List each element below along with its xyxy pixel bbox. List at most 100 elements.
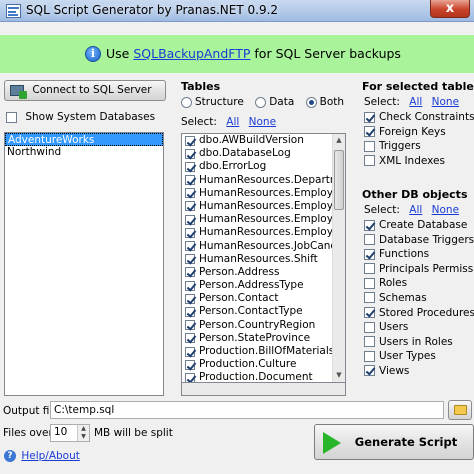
table-item[interactable]: HumanResources.JobCandidate	[182, 240, 333, 253]
table-item-checkbox[interactable]	[185, 267, 195, 278]
other-db-option-checkbox[interactable]	[364, 234, 375, 246]
other-db-option-checkbox[interactable]	[364, 248, 375, 260]
database-item[interactable]: AdventureWorks	[5, 133, 163, 146]
table-item-checkbox[interactable]	[185, 306, 195, 317]
table-item-checkbox[interactable]	[185, 214, 195, 225]
table-item-checkbox[interactable]	[185, 188, 195, 199]
database-item[interactable]: Northwind	[5, 146, 163, 159]
table-item[interactable]: HumanResources.Shift	[182, 253, 333, 266]
other-db-option-checkbox[interactable]	[364, 292, 375, 304]
tables-list[interactable]: dbo.AWBuildVersion dbo.DatabaseLog dbo.Err…	[181, 133, 346, 383]
for-selected-option-checkbox[interactable]	[364, 111, 375, 123]
table-item[interactable]: HumanResources.Department	[182, 174, 333, 187]
for-selected-select-none-link[interactable]: None	[432, 96, 459, 108]
banner-link-sqlbackupandftp[interactable]: SQLBackupAndFTP	[133, 46, 250, 61]
table-item-checkbox[interactable]	[185, 320, 195, 331]
table-item[interactable]: Production.Document	[182, 371, 333, 382]
table-item-checkbox[interactable]	[185, 175, 195, 186]
table-item-checkbox[interactable]	[185, 135, 195, 146]
radio-data-button[interactable]	[255, 96, 267, 108]
tables-vertical-scrollbar[interactable]: ▲ ▼	[332, 134, 345, 382]
other-db-option-checkbox[interactable]	[364, 263, 375, 275]
show-system-databases-option[interactable]: Show System Databases	[6, 111, 155, 123]
other-db-option[interactable]: Principals Permissions	[364, 262, 474, 277]
table-item-checkbox[interactable]	[185, 254, 195, 265]
other-db-option[interactable]: Roles	[364, 276, 474, 291]
other-db-option[interactable]: Stored Procedures	[364, 306, 474, 321]
table-item[interactable]: Person.Contact	[182, 292, 333, 305]
help-about-link[interactable]: Help/About	[21, 450, 80, 462]
other-db-option[interactable]: Functions	[364, 247, 474, 262]
other-db-option-checkbox[interactable]	[364, 307, 375, 319]
split-size-stepper[interactable]: 10 ▲ ▼	[50, 424, 90, 442]
table-item[interactable]: dbo.DatabaseLog	[182, 147, 333, 160]
other-db-option-checkbox[interactable]	[364, 365, 375, 377]
table-item-checkbox[interactable]	[185, 333, 195, 344]
for-selected-option[interactable]: Triggers	[364, 139, 474, 154]
scroll-up-icon[interactable]: ▲	[333, 134, 345, 147]
other-select-none-link[interactable]: None	[432, 204, 459, 216]
for-selected-option[interactable]: XML Indexes	[364, 154, 474, 169]
table-item[interactable]: Person.CountryRegion	[182, 319, 333, 332]
for-selected-option-checkbox[interactable]	[364, 126, 375, 138]
other-db-option[interactable]: Views	[364, 364, 474, 379]
table-item-checkbox[interactable]	[185, 346, 195, 357]
for-selected-option[interactable]: Check Constraints	[364, 110, 474, 125]
table-item-checkbox[interactable]	[185, 359, 195, 370]
scroll-down-icon[interactable]: ▼	[333, 369, 345, 382]
table-item-checkbox[interactable]	[185, 372, 195, 382]
radio-structure-button[interactable]	[181, 96, 192, 108]
table-item-checkbox[interactable]	[185, 201, 195, 212]
other-select-all-link[interactable]: All	[409, 204, 422, 216]
connect-button[interactable]: Connect to SQL Server	[4, 80, 166, 101]
scroll-thumb[interactable]	[334, 150, 344, 210]
tables-select-all-link[interactable]: All	[226, 116, 239, 128]
other-db-option[interactable]: Users in Roles	[364, 335, 474, 350]
other-db-option[interactable]: Users	[364, 320, 474, 335]
other-db-option[interactable]: User Types	[364, 349, 474, 364]
table-item[interactable]: HumanResources.EmployeeAdd	[182, 200, 333, 213]
table-item[interactable]: Person.Address	[182, 266, 333, 279]
radio-both[interactable]: Both	[305, 96, 344, 108]
table-item[interactable]: HumanResources.EmployeeDep	[182, 213, 333, 226]
table-item[interactable]: Person.ContactType	[182, 305, 333, 318]
close-button[interactable]: x	[430, 0, 470, 18]
tables-select-none-link[interactable]: None	[249, 116, 276, 128]
other-db-option[interactable]: Database Triggers	[364, 233, 474, 248]
table-item[interactable]: Person.AddressType	[182, 279, 333, 292]
radio-data[interactable]: Data	[255, 96, 294, 108]
other-db-option[interactable]: Create Database	[364, 218, 474, 233]
other-db-option[interactable]: Schemas	[364, 291, 474, 306]
radio-both-button[interactable]	[305, 96, 317, 108]
table-item[interactable]: Person.StateProvince	[182, 332, 333, 345]
output-file-input[interactable]: C:\temp.sql	[50, 401, 444, 419]
table-item[interactable]: HumanResources.Employee	[182, 187, 333, 200]
table-item[interactable]: Production.BillOfMaterials	[182, 345, 333, 358]
table-item[interactable]: dbo.ErrorLog	[182, 160, 333, 173]
for-selected-select-all-link[interactable]: All	[409, 96, 422, 108]
table-item-checkbox[interactable]	[185, 280, 195, 291]
browse-folder-button[interactable]	[448, 400, 472, 420]
tables-horizontal-scrollbar[interactable]	[181, 383, 346, 396]
for-selected-option[interactable]: Foreign Keys	[364, 125, 474, 140]
help-about[interactable]: ? Help/About	[4, 450, 80, 462]
for-selected-option-checkbox[interactable]	[364, 140, 375, 152]
stepper-arrows-icon[interactable]: ▲ ▼	[77, 425, 89, 441]
table-item-checkbox[interactable]	[185, 241, 195, 251]
other-db-option-checkbox[interactable]	[364, 321, 375, 333]
table-item-checkbox[interactable]	[185, 148, 195, 159]
show-system-databases-checkbox[interactable]	[6, 111, 17, 123]
other-db-option-checkbox[interactable]	[364, 277, 375, 289]
other-db-option-checkbox[interactable]	[364, 350, 375, 362]
for-selected-option-checkbox[interactable]	[364, 155, 375, 167]
table-item[interactable]: dbo.AWBuildVersion	[182, 134, 333, 147]
other-db-option-checkbox[interactable]	[364, 336, 375, 348]
database-list[interactable]: AdventureWorks Northwind	[4, 132, 164, 396]
table-item[interactable]: HumanResources.EmployeePay	[182, 226, 333, 239]
table-item-checkbox[interactable]	[185, 227, 195, 238]
table-item[interactable]: Production.Culture	[182, 358, 333, 371]
generate-script-button[interactable]: Generate Script	[314, 424, 474, 460]
radio-structure[interactable]: Structure	[181, 96, 244, 108]
table-item-checkbox[interactable]	[185, 293, 195, 304]
table-item-checkbox[interactable]	[185, 161, 195, 172]
